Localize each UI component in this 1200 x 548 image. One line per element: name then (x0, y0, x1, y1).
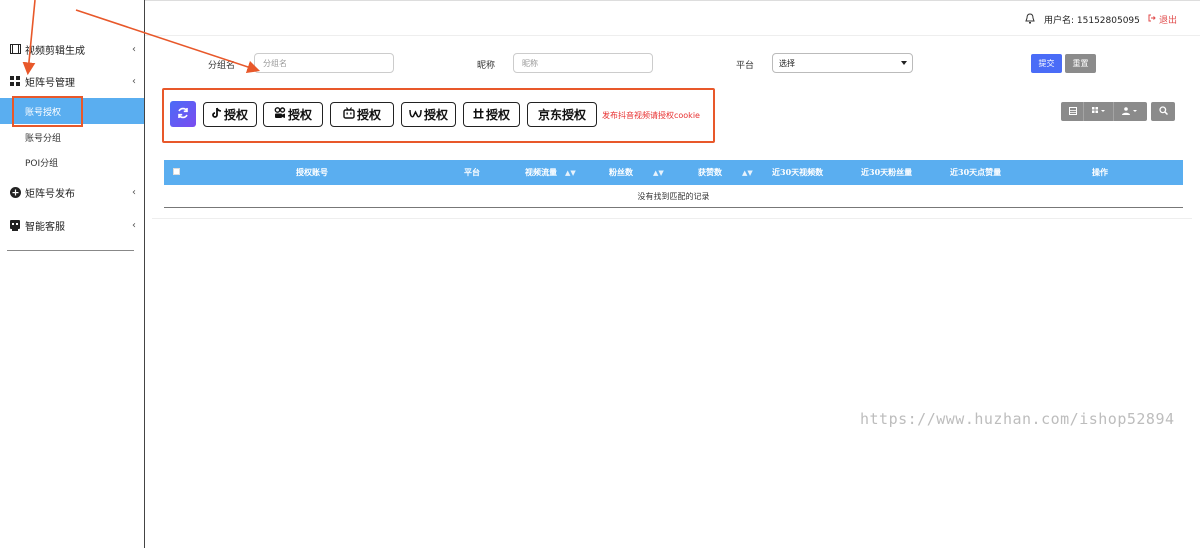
chevron-left-icon: ‹ (132, 43, 136, 55)
sidebar-subitem-account-group[interactable]: 账号分组 (0, 124, 144, 150)
sidebar-item-matrix-manage[interactable]: 矩阵号管理 ‹ (0, 68, 144, 94)
sidebar-annotation-box (12, 96, 83, 127)
auth-note: 发布抖音视频请授权cookie (602, 111, 700, 120)
column-header-fans[interactable]: 粉丝数 ▲▼ (609, 160, 664, 185)
auth-button-label: 授权 (223, 108, 248, 122)
column-header-video-traffic[interactable]: 视频流量 ▲▼ (525, 160, 576, 185)
chevron-left-icon: ‹ (132, 186, 136, 198)
bilibili-icon (343, 107, 355, 122)
chevron-left-icon: ‹ (132, 75, 136, 87)
platform-select-value: 选择 (779, 58, 795, 68)
film-icon (9, 43, 21, 55)
refresh-icon (177, 107, 189, 122)
robot-icon (9, 219, 21, 231)
sidebar-divider (7, 250, 134, 251)
sidebar-item-label: 视频剪辑生成 (25, 45, 85, 57)
toggle-view-button[interactable] (1062, 102, 1084, 121)
column-header-label: 操作 (1092, 167, 1108, 177)
watermark: https://www.huzhan.com/ishop52894 (860, 410, 1175, 428)
columns-dropdown-button[interactable] (1084, 102, 1114, 121)
select-all-checkbox[interactable] (173, 168, 180, 175)
kuaishou-icon (274, 107, 286, 122)
platform-select[interactable]: 选择 (772, 53, 913, 73)
search-toggle-button[interactable] (1151, 102, 1175, 121)
group-name-label: 分组名 (208, 61, 236, 71)
sidebar-subitem-label: 账号分组 (25, 133, 62, 144)
logout-button[interactable]: 退出 (1148, 13, 1177, 26)
column-header-actions: 操作 (1092, 160, 1108, 185)
sort-icon[interactable]: ▲▼ (742, 168, 753, 177)
nickname-label: 昵称 (477, 61, 496, 71)
group-name-input[interactable]: 分组名 (254, 53, 394, 73)
table-toolbar (1061, 102, 1147, 121)
caret-down-icon (901, 61, 907, 65)
reset-button[interactable]: 重置 (1065, 54, 1096, 73)
export-dropdown-button[interactable] (1114, 102, 1146, 121)
columns-icon (1091, 106, 1106, 117)
top-bar: 用户名: 15152805095 退出 (145, 0, 1200, 36)
user-export-icon (1122, 106, 1138, 117)
column-header-likes[interactable]: 获赞数 ▲▼ (698, 160, 753, 185)
chevron-left-icon: ‹ (132, 219, 136, 231)
nickname-input[interactable]: 昵称 (513, 53, 653, 73)
platform-label: 平台 (736, 61, 755, 71)
column-header-platform[interactable]: 平台 (464, 160, 480, 185)
plus-circle-icon (9, 186, 21, 198)
sort-icon[interactable]: ▲▼ (653, 168, 664, 177)
auth-button-label: 授权 (287, 108, 312, 122)
column-header-label: 视频流量 (525, 167, 557, 177)
table-view-icon (1068, 106, 1077, 117)
table-empty-row: 没有找到匹配的记录 (164, 185, 1183, 208)
column-header-account[interactable]: 授权账号 (296, 160, 328, 185)
column-header-30d-fans[interactable]: 近30天粉丝量 (861, 160, 912, 185)
sidebar-item-smart-service[interactable]: 智能客服 ‹ (0, 212, 144, 238)
sidebar-item-label: 矩阵号发布 (25, 188, 75, 200)
sidebar-item-matrix-publish[interactable]: 矩阵号发布 ‹ (0, 179, 144, 205)
logout-icon (1148, 14, 1156, 25)
column-header-label: 授权账号 (296, 167, 328, 177)
douyin-auth-button[interactable]: 授权 (203, 102, 257, 127)
grid-icon (9, 75, 21, 87)
submit-button[interactable]: 提交 (1031, 54, 1062, 73)
sidebar-subitem-label: POI分组 (25, 158, 59, 169)
bell-icon[interactable] (1025, 13, 1035, 24)
column-header-label: 平台 (464, 167, 480, 177)
douyin-icon (212, 107, 222, 122)
logout-label: 退出 (1159, 16, 1178, 26)
table-header: 授权账号 平台 视频流量 ▲▼ 粉丝数 ▲▼ 获赞数 ▲▼ 近30天视频数 近30天粉… (164, 160, 1183, 185)
content-divider (152, 218, 1192, 219)
column-header-label: 获赞数 (698, 167, 722, 177)
column-header-label: 近30天粉丝量 (861, 167, 913, 177)
search-icon (1158, 106, 1168, 117)
column-header-30d-likes[interactable]: 近30天点赞量 (950, 160, 1001, 185)
annotation-arrows (22, 0, 261, 76)
sidebar-subitem-poi-group[interactable]: POI分组 (0, 149, 144, 175)
sidebar-item-label: 智能客服 (25, 221, 65, 233)
auth-button-label: 授权 (423, 108, 448, 122)
kuaishou-auth-button[interactable]: 授权 (263, 102, 323, 127)
column-header-label: 近30天视频数 (772, 167, 824, 177)
column-header-30d-videos[interactable]: 近30天视频数 (772, 160, 823, 185)
weixin-channels-icon (409, 108, 422, 122)
xiaohongshu-icon (473, 108, 484, 122)
auth-button-label: 授权 (485, 108, 510, 122)
auth-button-label: 授权 (356, 108, 381, 122)
xiaohongshu-auth-button[interactable]: 授权 (463, 102, 520, 127)
weixin-channels-auth-button[interactable]: 授权 (401, 102, 456, 127)
column-header-label: 粉丝数 (609, 167, 633, 177)
sidebar: 视频剪辑生成 ‹ 矩阵号管理 ‹ 账号授权 账号分组 POI分组 矩阵号发布 ‹… (0, 0, 145, 548)
sidebar-item-label: 矩阵号管理 (25, 77, 75, 89)
sidebar-item-video-edit[interactable]: 视频剪辑生成 ‹ (0, 36, 144, 62)
sort-icon[interactable]: ▲▼ (565, 168, 576, 177)
username-label: 用户名: 15152805095 (1044, 16, 1140, 26)
column-header-label: 近30天点赞量 (950, 167, 1002, 177)
refresh-button[interactable] (170, 101, 196, 127)
bilibili-auth-button[interactable]: 授权 (330, 102, 394, 127)
jd-auth-button[interactable]: 京东授权 (527, 102, 597, 127)
